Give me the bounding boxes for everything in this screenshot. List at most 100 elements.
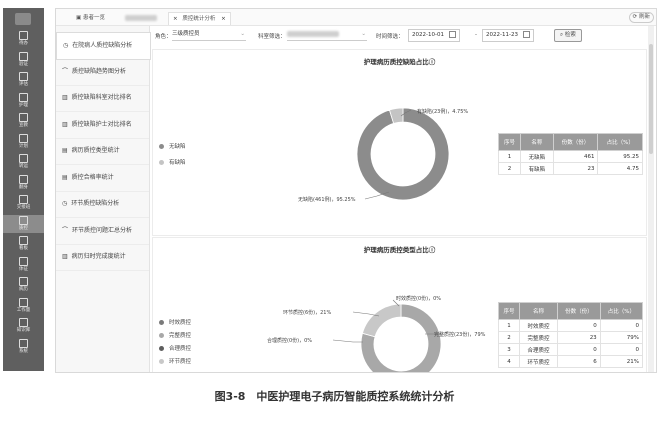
nav-item-label: 护理 [19,102,28,108]
nav-item-7[interactable]: 翻身 [3,174,44,192]
nav-item-1[interactable]: 验证 [3,51,44,69]
scrollbar-thumb[interactable] [649,44,653,154]
table-cell: 无缺陷 [520,150,554,163]
nav-item-11[interactable]: 体征 [3,256,44,274]
dept-select[interactable]: ⌄ [287,29,367,41]
table-cell: 23 [557,331,601,344]
chart-callout: 有缺陷(23例)，4.75% [417,109,469,115]
search-button[interactable]: ⌕ 检索 [554,29,582,42]
refresh-button[interactable]: ⟳ 刷新 [628,12,654,23]
menu-item-icon: ◷ [62,200,68,207]
quality-icon [19,215,28,225]
date-start-input[interactable]: 2022-10-01 [408,29,460,42]
table-cell: 2 [497,162,522,175]
side-menu-item[interactable]: ▥ 质控缺陷护士对比排名 [56,112,149,139]
side-menu: ◷ 在院病人质控缺陷分析 ⌒ 质控缺陷趋势图分析 ▥ 质控缺陷科室对比排名 ▥ 质控缺陷护士对… [56,26,151,372]
nav-item-10[interactable]: 看板 [3,235,44,253]
side-menu-item[interactable]: ◷ 在院病人质控缺陷分析 [56,32,151,60]
side-menu-item[interactable]: ▥ 质控缺陷科室对比排名 [56,85,149,112]
nav-item-label: 系统 [19,348,28,354]
nav-item-13[interactable]: 工作量 [3,297,44,315]
nav-item-2[interactable]: 评估 [3,71,44,89]
table-cell: 95.25 [597,150,643,163]
side-menu-item[interactable]: ◷ 环节质控缺陷分析 [56,191,149,218]
nav-item-6[interactable]: 转运 [3,153,44,171]
donut-slice-环节质控[interactable] [361,303,402,338]
date-separator: - [475,32,477,38]
knowledge-icon [19,318,28,327]
type-ratio-panel: 护理病历质控类型占比ⓘ 时效质控 完整质控 合理质控 环节质控 时效质控(0份)，0%… [152,237,647,372]
table-row[interactable]: 2 有缺陷 23 4.75 [497,162,643,175]
nav-item-12[interactable]: 病历 [3,276,44,294]
level-label: 角色： [155,34,172,40]
table-row[interactable]: 1 时效质控 0 0 [498,319,644,332]
table-row[interactable]: 1 无缺陷 461 95.25 [497,150,643,163]
main-window: ▣ 患者一览 × 质控统计分析 × ⟳ 刷新 ◷ 在院病人质控缺陷分析 ⌒ 质控缺陷趋… [55,8,657,373]
clipboard-icon [19,72,28,81]
table-cell: 0 [599,343,644,356]
filter-bar: 角色： 三级质控员 ⌄ 科室筛选： ⌄ 时间筛选： 2022-10-01 - 2… [152,27,656,45]
redacted-text [124,14,157,21]
close-icon[interactable]: × [221,16,226,22]
table-cell: 3 [498,343,520,356]
side-menu-label: 病历归时完成度统计 [71,253,126,260]
menu-item-icon: ▤ [62,147,68,154]
date-end-value: 2022-11-23 [486,32,518,38]
menu-item-icon: ◷ [63,42,69,49]
table-header: 份数（份） [557,302,601,320]
menu-item-icon: ⌒ [62,67,69,75]
nav-item-14[interactable]: 知识库 [3,317,44,335]
side-menu-item[interactable]: ▤ 质控合格率统计 [56,165,149,192]
table-cell: 4 [498,355,520,368]
nav-item-9[interactable]: 质控 [3,214,44,233]
date-end-input[interactable]: 2022-11-23 [482,29,534,42]
nav-item-4[interactable]: 宣教 [3,112,44,130]
table-cell: 0 [557,319,601,332]
table-cell: 2 [498,331,520,344]
handover-icon [19,195,28,204]
redacted-text [287,30,339,37]
side-menu-item[interactable]: ⌒ 环节质控问题汇总分析 [56,218,149,245]
nav-item-8[interactable]: 交接班 [3,194,44,212]
side-menu-label: 环节质控缺陷分析 [71,200,120,207]
vitals-icon [19,256,28,266]
side-menu-item[interactable]: ⌒ 质控缺陷趋势图分析 [56,59,149,86]
defect-table: 序号 名称 份数（份） 占比（%） 1 无缺陷 461 95.25 2 有缺陷 23 4.75 [497,133,643,175]
side-menu-label: 质控缺陷护士对比排名 [71,120,132,128]
search-icon: ⌕ [560,32,564,38]
table-cell: 0 [599,319,644,332]
scrollbar[interactable] [648,26,654,372]
refresh-label: 刷新 [638,14,650,20]
nav-item-0[interactable]: 待办 [3,30,44,48]
table-row[interactable]: 2 完整质控 23 79% [498,331,644,344]
home-icon: ▣ [76,15,82,21]
level-select[interactable]: 三级质控员 ⌄ [172,29,246,41]
table-cell: 79% [599,331,644,344]
nav-item-3[interactable]: 护理 [3,92,44,110]
nav-item-5[interactable]: 计划 [3,133,44,151]
side-menu-item[interactable]: ▥ 病历归时完成度统计 [56,244,149,271]
left-nav: 待办验证评估护理宣教计划转运翻身交接班质控看板体征病历工作量知识库系统 [3,8,44,371]
nav-item-label: 工作量 [16,307,31,313]
table-cell: 合理质控 [518,343,559,356]
turn-icon [19,174,28,184]
side-menu-item[interactable]: ▤ 病历质控类型统计 [56,138,149,165]
nav-item-label: 体征 [19,266,28,272]
close-icon[interactable]: × [173,16,178,22]
table-row[interactable]: 3 合理质控 0 0 [498,343,644,356]
nav-item-label: 病历 [19,287,28,292]
tab-quality-stats[interactable]: × 质控统计分析 × [168,12,231,25]
app-grid-icon[interactable] [15,13,31,25]
nav-item-label: 计划 [19,143,28,149]
table-cell: 有缺陷 [520,162,554,175]
defect-ratio-panel: 护理病历质控缺陷占比ⓘ 无缺陷 有缺陷 有缺陷(23例)，4.75% 无缺陷(46… [152,49,647,236]
table-cell: 23 [552,162,599,175]
table-row[interactable]: 4 环节质控 6 21% [498,355,644,368]
calendar-icon [448,31,456,38]
table-cell: 1 [497,150,522,163]
record-icon [19,277,28,286]
chart-callout: 无缺陷(461例)，95.25% [298,197,356,203]
nurse-icon [19,92,28,102]
tab-patient-overview[interactable]: ▣ 患者一览 [76,12,157,24]
nav-item-15[interactable]: 系统 [3,338,44,356]
